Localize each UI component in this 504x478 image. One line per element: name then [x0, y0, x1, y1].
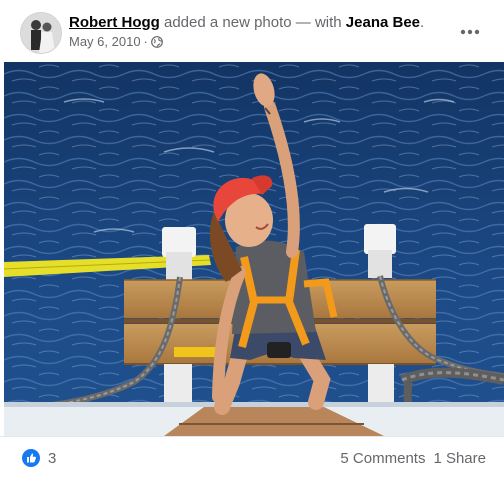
comments-count-link[interactable]: 5 Comments [340, 450, 425, 467]
post-meta: May 6, 2010 · [69, 34, 163, 50]
globe-icon[interactable] [150, 36, 163, 48]
like-icon [22, 449, 40, 467]
author-avatar[interactable] [20, 12, 62, 54]
post-header: Robert Hogg added a new photo — with Jea… [0, 0, 504, 62]
reaction-count: 3 [48, 449, 57, 467]
photo-image [4, 62, 504, 436]
feed-post: Robert Hogg added a new photo — with Jea… [0, 0, 504, 477]
post-date-link[interactable]: May 6, 2010 [69, 34, 141, 50]
post-title-line: Robert Hogg added a new photo — with Jea… [69, 13, 424, 33]
post-action-text: added a new photo — with [164, 14, 342, 31]
tagged-user-link[interactable]: Jeana Bee [346, 14, 420, 31]
engagement-stats: 5 Comments 1 Share [340, 450, 486, 467]
title-period: . [420, 14, 425, 31]
reaction-summary[interactable]: 3 [22, 449, 56, 467]
author-name-link[interactable]: Robert Hogg [69, 14, 160, 31]
avatar-photo [21, 13, 61, 53]
shares-count-link[interactable]: 1 Share [433, 450, 486, 467]
post-footer: 3 5 Comments 1 Share [0, 436, 504, 478]
more-options-icon[interactable] [454, 20, 486, 44]
meta-separator: · [143, 34, 148, 49]
post-photo[interactable] [4, 62, 504, 436]
